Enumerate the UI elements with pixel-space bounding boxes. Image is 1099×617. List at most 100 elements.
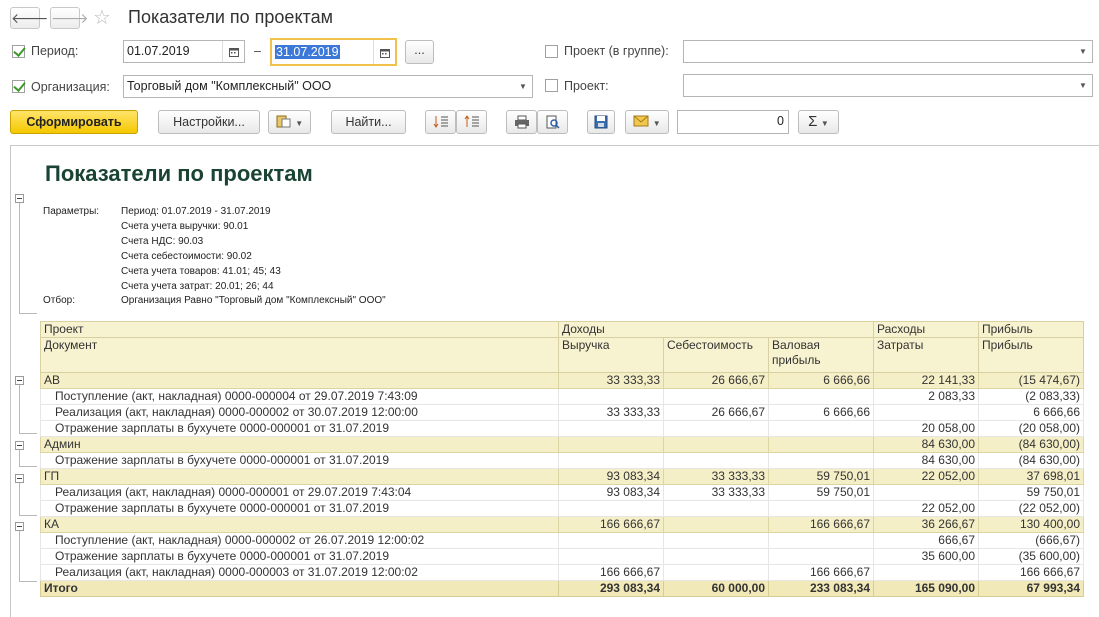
settings-button[interactable]: Настройки... (158, 110, 260, 134)
variant-button[interactable]: ▼ (268, 110, 311, 134)
revenue-cell[interactable] (558, 388, 664, 405)
table-row[interactable]: Отражение зарплаты в бухучете 0000-00000… (40, 452, 1084, 469)
gross-cell[interactable] (768, 532, 874, 549)
cost-cell[interactable]: 60 000,00 (663, 580, 769, 597)
costs-cell[interactable] (873, 404, 979, 421)
profit-cell[interactable]: (2 083,33) (978, 388, 1084, 405)
profit-cell[interactable]: (15 474,67) (978, 372, 1084, 389)
gross-cell[interactable]: 59 750,01 (768, 468, 874, 485)
chevron-down-icon[interactable]: ▼ (514, 76, 532, 97)
costs-cell[interactable]: 22 052,00 (873, 500, 979, 517)
costs-cell[interactable]: 36 266,67 (873, 516, 979, 533)
period-checkbox[interactable] (12, 45, 25, 58)
revenue-cell[interactable]: 33 333,33 (558, 404, 664, 421)
collapse-toggle-icon[interactable] (15, 441, 24, 450)
document-cell[interactable]: Отражение зарплаты в бухучете 0000-00000… (40, 500, 559, 517)
cost-cell[interactable] (663, 420, 769, 437)
costs-cell[interactable]: 35 600,00 (873, 548, 979, 565)
group-row[interactable]: ГП 93 083,34 33 333,33 59 750,01 22 052,00 37… (40, 468, 1084, 485)
table-row[interactable]: Отражение зарплаты в бухучете 0000-00000… (40, 548, 1084, 565)
table-row[interactable]: Поступление (акт, накладная) 0000-000004… (40, 388, 1084, 405)
cost-cell[interactable]: 26 666,67 (663, 372, 769, 389)
date-from-field[interactable]: 01.07.2019 (123, 40, 245, 63)
costs-cell[interactable]: 20 058,00 (873, 420, 979, 437)
cost-cell[interactable]: 33 333,33 (663, 468, 769, 485)
project-cell[interactable]: АВ (40, 372, 559, 389)
period-choose-button[interactable]: ... (405, 40, 434, 64)
profit-cell[interactable]: 37 698,01 (978, 468, 1084, 485)
expand-all-button[interactable] (425, 110, 456, 134)
sum-button[interactable]: Σ ▼ (798, 110, 839, 134)
cost-cell[interactable] (663, 516, 769, 533)
favorite-star-icon[interactable]: ☆ (93, 5, 111, 30)
document-cell[interactable]: Отражение зарплаты в бухучете 0000-00000… (40, 452, 559, 469)
cost-cell[interactable] (663, 436, 769, 453)
project-cell[interactable]: Итого (40, 580, 559, 597)
costs-cell[interactable]: 165 090,00 (873, 580, 979, 597)
gross-cell[interactable]: 233 083,34 (768, 580, 874, 597)
gross-cell[interactable] (768, 436, 874, 453)
table-row[interactable]: Отражение зарплаты в бухучете 0000-00000… (40, 420, 1084, 437)
table-row[interactable]: Отражение зарплаты в бухучете 0000-00000… (40, 500, 1084, 517)
revenue-cell[interactable] (558, 532, 664, 549)
project-cell[interactable]: ГП (40, 468, 559, 485)
revenue-cell[interactable] (558, 500, 664, 517)
back-button[interactable]: 🡐 (10, 7, 49, 29)
gross-cell[interactable] (768, 452, 874, 469)
save-button[interactable] (587, 110, 615, 134)
project-cell[interactable]: КА (40, 516, 559, 533)
gross-cell[interactable] (768, 420, 874, 437)
revenue-cell[interactable]: 293 083,34 (558, 580, 664, 597)
profit-cell[interactable]: 6 666,66 (978, 404, 1084, 421)
gross-cell[interactable]: 6 666,66 (768, 404, 874, 421)
gross-cell[interactable]: 166 666,67 (768, 564, 874, 581)
revenue-cell[interactable]: 166 666,67 (558, 564, 664, 581)
costs-cell[interactable]: 84 630,00 (873, 436, 979, 453)
profit-cell[interactable]: (666,67) (978, 532, 1084, 549)
document-cell[interactable]: Реализация (акт, накладная) 0000-000003 … (40, 564, 559, 581)
cost-cell[interactable]: 33 333,33 (663, 484, 769, 501)
chevron-down-icon[interactable]: ▼ (1074, 75, 1092, 96)
gross-cell[interactable] (768, 388, 874, 405)
calendar-icon[interactable] (373, 40, 395, 64)
revenue-cell[interactable] (558, 420, 664, 437)
date-to-field[interactable]: 31.07.2019 (270, 38, 397, 66)
collapse-toggle-icon[interactable] (15, 376, 24, 385)
cost-cell[interactable]: 26 666,67 (663, 404, 769, 421)
profit-cell[interactable]: (22 052,00) (978, 500, 1084, 517)
cost-cell[interactable] (663, 532, 769, 549)
document-cell[interactable]: Реализация (акт, накладная) 0000-000001 … (40, 484, 559, 501)
gross-cell[interactable]: 166 666,67 (768, 516, 874, 533)
cost-cell[interactable] (663, 452, 769, 469)
group-row[interactable]: КА 166 666,67 166 666,67 36 266,67 130 400,0… (40, 516, 1084, 533)
counter-field[interactable]: 0 (677, 110, 789, 134)
profit-cell[interactable]: (84 630,00) (978, 436, 1084, 453)
cost-cell[interactable] (663, 500, 769, 517)
cost-cell[interactable] (663, 564, 769, 581)
collapse-toggle-icon[interactable] (15, 474, 24, 483)
revenue-cell[interactable] (558, 452, 664, 469)
document-cell[interactable]: Реализация (акт, накладная) 0000-000002 … (40, 404, 559, 421)
profit-cell[interactable]: (84 630,00) (978, 452, 1084, 469)
table-row[interactable]: Реализация (акт, накладная) 0000-000002 … (40, 404, 1084, 421)
profit-cell[interactable]: 67 993,34 (978, 580, 1084, 597)
collapse-toggle-icon[interactable] (15, 522, 24, 531)
costs-cell[interactable] (873, 564, 979, 581)
costs-cell[interactable]: 2 083,33 (873, 388, 979, 405)
document-cell[interactable]: Поступление (акт, накладная) 0000-000002… (40, 532, 559, 549)
organization-field[interactable]: Торговый дом "Комплексный" ООО ▼ (123, 75, 533, 98)
profit-cell[interactable]: (20 058,00) (978, 420, 1084, 437)
profit-cell[interactable]: 59 750,01 (978, 484, 1084, 501)
document-cell[interactable]: Поступление (акт, накладная) 0000-000004… (40, 388, 559, 405)
table-row[interactable]: Реализация (акт, накладная) 0000-000003 … (40, 564, 1084, 581)
forward-button[interactable]: 🡒 (50, 7, 89, 29)
costs-cell[interactable]: 22 141,33 (873, 372, 979, 389)
collapse-toggle-icon[interactable] (15, 194, 24, 203)
print-button[interactable] (506, 110, 537, 134)
gross-cell[interactable]: 6 666,66 (768, 372, 874, 389)
gross-cell[interactable] (768, 500, 874, 517)
gross-cell[interactable]: 59 750,01 (768, 484, 874, 501)
cost-cell[interactable] (663, 388, 769, 405)
revenue-cell[interactable]: 33 333,33 (558, 372, 664, 389)
project-group-field[interactable]: ▼ (683, 40, 1093, 63)
